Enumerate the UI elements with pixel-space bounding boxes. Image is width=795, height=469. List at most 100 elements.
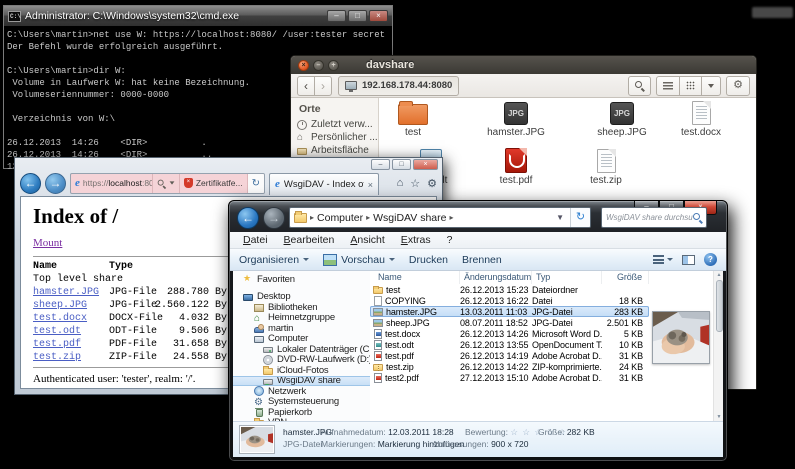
minimize-button[interactable] [327, 10, 346, 22]
close-button[interactable] [369, 10, 388, 22]
close-button[interactable] [413, 159, 438, 170]
file-item[interactable]: test.pdf [482, 148, 550, 186]
file-row[interactable]: hamster.JPG 13.03.2011 11:03 JPG-Datei 2… [370, 306, 649, 317]
back-button[interactable]: ← [237, 207, 259, 229]
minimize-button[interactable] [371, 159, 390, 170]
settings-button[interactable]: ⚙ [726, 76, 750, 96]
file-item[interactable]: JPG sheep.JPG [588, 100, 656, 138]
tree-item[interactable]: Systemsteuerung [233, 397, 370, 408]
file-item[interactable]: test.docx [667, 100, 735, 138]
tree-item-label: WsgiDAV share [277, 376, 341, 387]
breadcrumb-computer[interactable]: Computer [317, 212, 363, 224]
minimize-button[interactable] [313, 60, 324, 71]
file-item[interactable]: test [379, 100, 447, 138]
file-link[interactable]: sheep.JPG [33, 299, 109, 312]
sidebar-item[interactable]: Persönlicher ... [291, 131, 378, 144]
location-button[interactable]: 192.168.178.44:8080 [338, 76, 459, 96]
maximize-button[interactable] [392, 159, 411, 170]
file-item[interactable]: JPG hamster.JPG [482, 100, 550, 138]
change-view-button[interactable] [653, 255, 673, 264]
tree-item[interactable]: iCloud-Fotos [233, 365, 370, 376]
file-type-icon [374, 351, 382, 361]
browser-tab[interactable]: e WsgiDAV - Index of / × [269, 173, 379, 195]
address-bar[interactable]: e https://localhost:8080/ Zertifikatfe..… [70, 173, 265, 194]
file-row[interactable]: test.pdf 26.12.2013 14:19 Adobe Acrobat … [370, 350, 649, 361]
file-link[interactable]: test.docx [33, 312, 109, 325]
favorites-star-icon[interactable]: ☆ [410, 177, 420, 190]
column-header[interactable]: Änderungsdatum [460, 271, 532, 284]
forward-button[interactable]: → [263, 207, 285, 229]
tree-item[interactable]: martin [233, 323, 370, 334]
tree-item[interactable]: Lokaler Datenträger (C:) [233, 344, 370, 355]
certificate-error-button[interactable]: Zertifikatfe... [179, 174, 247, 193]
scrollbar[interactable] [713, 271, 723, 421]
nautilus-titlebar[interactable]: davshare [291, 56, 756, 74]
file-link[interactable]: test.pdf [33, 338, 109, 351]
home-icon[interactable]: ⌂ [397, 177, 404, 189]
file-row[interactable]: test.zip 26.12.2013 14:22 ZIP-komprimier… [370, 361, 649, 372]
file-row[interactable]: test.odt 26.12.2013 13:55 OpenDocument T… [370, 339, 649, 350]
address-breadcrumb-bar[interactable]: ▸ Computer ▸ WsgiDAV share ▸ ▼ ↻ [289, 207, 591, 228]
search-button[interactable] [628, 76, 651, 96]
menu-item[interactable]: Extras [394, 233, 438, 247]
view-options-button[interactable] [701, 76, 721, 96]
command-button[interactable]: Vorschau [323, 254, 395, 266]
tree-item[interactable]: DVD-RW-Laufwerk (D:) [233, 355, 370, 366]
refresh-icon[interactable]: ↻ [570, 208, 590, 227]
sidebar-item-icon [297, 148, 307, 155]
column-header[interactable]: Name [370, 271, 460, 284]
menu-item[interactable]: Ansicht [343, 233, 391, 247]
file-row[interactable]: sheep.JPG 08.07.2011 18:52 JPG-Datei 2.5… [370, 317, 649, 328]
sidebar-item[interactable]: Zuletzt verw... [291, 118, 378, 131]
menu-item[interactable]: Datei [236, 233, 275, 247]
mount-link[interactable]: Mount [33, 237, 62, 250]
tree-item[interactable]: Bibliotheken [233, 302, 370, 313]
back-button[interactable]: ← [20, 173, 41, 194]
refresh-button[interactable]: ↻ [247, 174, 264, 193]
cmd-title: Administrator: C:\Windows\system32\cmd.e… [25, 10, 323, 22]
cmd-titlebar[interactable]: Administrator: C:\Windows\system32\cmd.e… [4, 6, 392, 26]
menu-item[interactable]: ? [440, 233, 460, 247]
file-item[interactable]: test.zip [572, 148, 640, 186]
close-tab-icon[interactable]: × [368, 180, 373, 190]
forward-button[interactable]: → [45, 173, 66, 194]
scrollbar-thumb[interactable] [716, 280, 723, 332]
file-row[interactable]: test.docx 26.12.2013 14:26 Microsoft Wor… [370, 328, 649, 339]
file-link[interactable]: test.odt [33, 325, 109, 338]
search-box[interactable]: WsgiDAV share durchsuchen [601, 207, 707, 228]
maximize-button[interactable] [328, 60, 339, 71]
file-link[interactable]: test.zip [33, 351, 109, 364]
tree-item[interactable]: Desktop [233, 292, 370, 303]
close-button[interactable] [298, 60, 309, 71]
file-row[interactable]: test2.pdf 27.12.2013 15:10 Adobe Acrobat… [370, 372, 649, 383]
tree-item[interactable]: Netzwerk [233, 386, 370, 397]
file-type-icon [373, 308, 383, 316]
preview-pane-toggle-icon[interactable] [682, 255, 695, 265]
settings-gear-icon[interactable]: ⚙ [427, 177, 437, 190]
column-header[interactable]: Typ [532, 271, 602, 284]
navigation-pane: Favoriten Desktop Bibliotheken Heimnetzg… [233, 271, 370, 421]
file-row[interactable]: test 26.12.2013 15:23 Dateiordner [370, 284, 649, 295]
menu-item[interactable]: Bearbeiten [277, 233, 342, 247]
column-header[interactable]: Größe [602, 271, 649, 284]
file-row[interactable]: COPYING 26.12.2013 16:22 Datei 18 KB [370, 295, 649, 306]
forward-button[interactable]: › [314, 76, 332, 96]
command-button[interactable]: Organisieren [239, 254, 309, 266]
back-button[interactable]: ‹ [297, 76, 315, 96]
search-dropdown-button[interactable] [152, 174, 179, 193]
breadcrumb-share[interactable]: WsgiDAV share [373, 212, 446, 224]
grid-view-button[interactable] [679, 76, 702, 96]
tree-item[interactable]: Computer [233, 334, 370, 345]
history-dropdown-icon[interactable]: ▼ [553, 213, 567, 222]
tree-item[interactable]: Papierkorb [233, 407, 370, 418]
tree-item[interactable]: WsgiDAV share [233, 376, 370, 387]
list-view-button[interactable] [656, 76, 680, 96]
command-button[interactable]: Brennen [462, 254, 502, 266]
command-button[interactable]: Drucken [409, 254, 448, 266]
file-link[interactable]: hamster.JPG [33, 286, 109, 299]
tree-item[interactable]: Favoriten [233, 274, 370, 285]
help-icon[interactable]: ? [704, 253, 717, 266]
sidebar-item[interactable]: Arbeitsfläche [291, 144, 378, 157]
tree-item[interactable]: Heimnetzgruppe [233, 313, 370, 324]
maximize-button[interactable] [348, 10, 367, 22]
